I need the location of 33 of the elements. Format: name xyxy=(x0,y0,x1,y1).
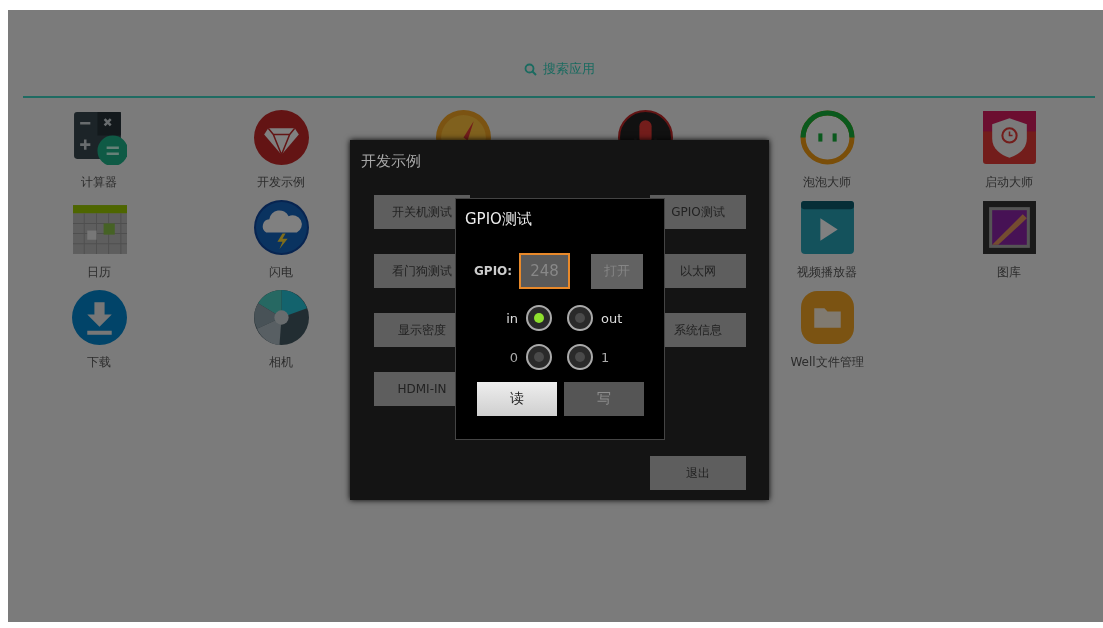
face-icon[interactable] xyxy=(799,110,855,165)
download-icon[interactable] xyxy=(71,290,127,345)
exit-button[interactable]: 退出 xyxy=(650,456,746,490)
app-label: 计算器 xyxy=(81,174,117,191)
video-icon[interactable] xyxy=(799,200,855,255)
dialog-title: 开发示例 xyxy=(361,152,422,171)
read-button[interactable]: 读 xyxy=(477,382,557,416)
radio-label: in xyxy=(505,310,519,326)
calculator-icon[interactable] xyxy=(71,110,127,165)
radio-label: out xyxy=(600,310,623,326)
radio-button[interactable] xyxy=(526,344,552,370)
app-label: 视频播放器 xyxy=(797,264,857,281)
gallery-icon[interactable] xyxy=(981,200,1037,255)
radio-label: 0 xyxy=(508,349,519,365)
app-label: 图库 xyxy=(997,264,1021,281)
radio-button[interactable] xyxy=(567,305,593,331)
aperture-icon[interactable] xyxy=(253,290,309,345)
search-app-field[interactable]: 搜索应用 xyxy=(523,60,595,78)
app-label: 日历 xyxy=(87,264,111,281)
radio-button[interactable] xyxy=(526,305,552,331)
radio-label: 1 xyxy=(600,349,611,365)
app-label: 闪电 xyxy=(269,264,293,281)
app-label: 启动大师 xyxy=(985,174,1033,191)
field-label: GPIO: xyxy=(474,264,514,278)
radio-button[interactable] xyxy=(567,344,593,370)
shield-clock-icon[interactable] xyxy=(981,110,1037,165)
app-label: 下载 xyxy=(87,354,111,371)
app-label: 相机 xyxy=(269,354,293,371)
cloud-bolt-icon[interactable] xyxy=(253,200,309,255)
app-label: 开发示例 xyxy=(257,174,305,191)
search-icon xyxy=(523,62,537,76)
app-label: 泡泡大师 xyxy=(803,174,851,191)
app-label: Well文件管理 xyxy=(790,354,864,371)
